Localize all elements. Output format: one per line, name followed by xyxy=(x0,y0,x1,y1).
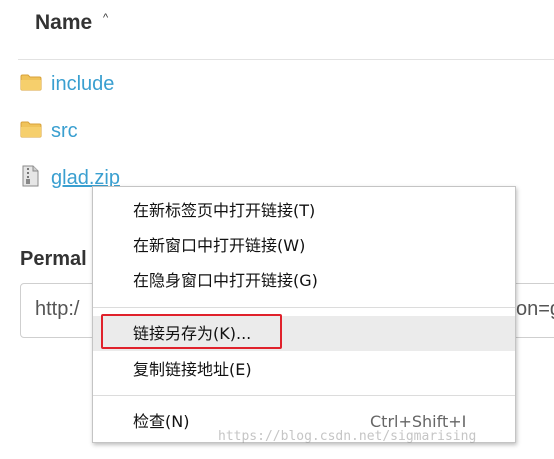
menu-item-save-link-as[interactable]: 链接另存为(K)... xyxy=(93,316,515,351)
menu-separator xyxy=(93,307,515,308)
menu-item-open-incognito[interactable]: 在隐身窗口中打开链接(G) xyxy=(93,263,515,298)
folder-icon xyxy=(20,74,42,91)
context-menu: 在新标签页中打开链接(T) 在新窗口中打开链接(W) 在隐身窗口中打开链接(G)… xyxy=(92,186,516,443)
file-link-src[interactable]: src xyxy=(51,118,78,144)
folder-icon xyxy=(20,121,42,138)
permalink-label: Permal xyxy=(20,248,87,270)
permalink-value-suffix: on=g xyxy=(516,298,554,320)
menu-item-copy-link-address[interactable]: 复制链接地址(E) xyxy=(93,352,515,387)
menu-item-inspect[interactable]: 检查(N) Ctrl+Shift+I xyxy=(93,404,515,439)
menu-item-label: 复制链接地址(E) xyxy=(133,360,252,379)
file-icon xyxy=(22,165,39,187)
menu-item-label: 检查(N) xyxy=(133,412,190,431)
menu-item-label: 链接另存为(K)... xyxy=(133,324,252,343)
menu-item-open-new-window[interactable]: 在新窗口中打开链接(W) xyxy=(93,228,515,263)
file-link-include[interactable]: include xyxy=(51,71,114,97)
menu-item-label: 在新窗口中打开链接(W) xyxy=(133,236,306,255)
menu-item-shortcut: Ctrl+Shift+I xyxy=(370,412,467,431)
menu-item-label: 在新标签页中打开链接(T) xyxy=(133,201,316,220)
menu-item-open-new-tab[interactable]: 在新标签页中打开链接(T) xyxy=(93,193,515,228)
sort-ascending-icon: ^ xyxy=(103,12,109,24)
menu-separator xyxy=(93,395,515,396)
header-divider xyxy=(18,59,554,60)
permalink-value-prefix: http:/ xyxy=(35,298,80,320)
column-header-label[interactable]: Name xyxy=(35,10,92,36)
menu-item-label: 在隐身窗口中打开链接(G) xyxy=(133,271,318,290)
